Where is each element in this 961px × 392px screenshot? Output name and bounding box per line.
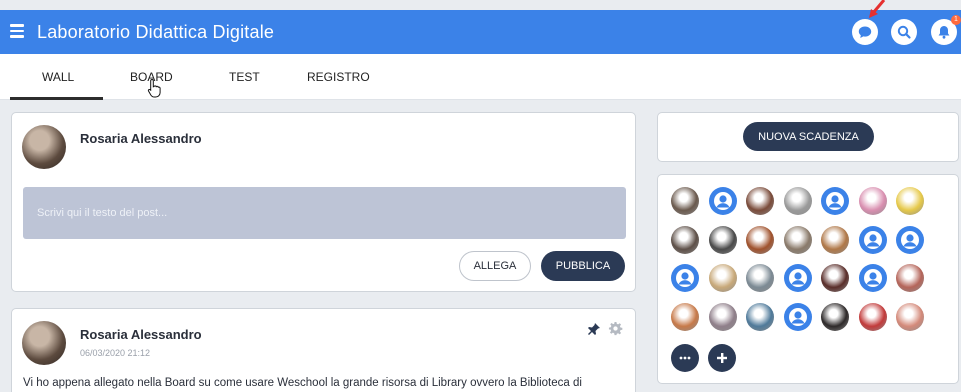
- tab-registro[interactable]: REGISTRO: [307, 70, 370, 84]
- attach-button[interactable]: ALLEGA: [459, 251, 531, 281]
- deadline-card: NUOVA SCADENZA: [657, 112, 959, 162]
- post-author-avatar: [22, 321, 66, 365]
- annotation-arrow-icon: [869, 0, 886, 18]
- member-avatar[interactable]: [821, 187, 849, 215]
- default-user-icon: [863, 269, 882, 287]
- pin-icon[interactable]: [587, 322, 601, 336]
- default-user-icon: [676, 269, 694, 287]
- member-avatar[interactable]: [783, 302, 812, 331]
- menu-icon[interactable]: [10, 24, 24, 38]
- member-avatar[interactable]: [708, 302, 737, 331]
- composer-avatar: [22, 125, 66, 169]
- member-avatar[interactable]: [708, 225, 737, 254]
- post-date: 06/03/2020 21:12: [80, 348, 151, 358]
- member-avatar[interactable]: [708, 187, 737, 215]
- member-avatar[interactable]: [858, 225, 887, 254]
- member-avatar[interactable]: [858, 264, 887, 292]
- notification-badge: 1: [951, 15, 961, 25]
- member-avatar[interactable]: [858, 302, 887, 331]
- app-title: Laboratorio Didattica Digitale: [37, 22, 275, 42]
- chat-icon[interactable]: [852, 19, 878, 45]
- new-deadline-button[interactable]: NUOVA SCADENZA: [743, 122, 874, 151]
- pointer-hand-icon: [147, 78, 161, 98]
- settings-gear-icon[interactable]: [608, 321, 623, 336]
- member-avatar[interactable]: [671, 264, 699, 292]
- default-user-icon: [863, 230, 882, 249]
- search-icon[interactable]: [891, 19, 917, 45]
- member-avatar[interactable]: [671, 187, 699, 215]
- composer-author-name: Rosaria Alessandro: [80, 131, 202, 146]
- member-avatar[interactable]: [746, 225, 774, 254]
- member-avatar[interactable]: [821, 264, 849, 292]
- member-avatar[interactable]: [708, 264, 737, 292]
- default-user-icon: [901, 230, 919, 249]
- post-composer-card: Rosaria Alessandro ALLEGA PUBBLICA: [11, 112, 636, 292]
- publish-button[interactable]: PUBBLICA: [541, 251, 625, 281]
- tab-bar: WALL BOARD TEST REGISTRO: [0, 54, 961, 100]
- tab-wall[interactable]: WALL: [42, 70, 74, 84]
- member-avatar[interactable]: [896, 187, 924, 215]
- member-avatar[interactable]: [896, 225, 924, 254]
- active-tab-indicator: [10, 97, 103, 100]
- member-avatar[interactable]: [671, 302, 699, 331]
- plus-icon: [717, 353, 727, 363]
- member-avatar[interactable]: [896, 302, 924, 331]
- add-member-button[interactable]: [708, 344, 736, 372]
- post-body-text: Vi ho appena allegato nella Board su com…: [23, 377, 582, 389]
- post-text-input-wrapper: [23, 187, 626, 239]
- default-user-icon: [788, 307, 807, 326]
- post-text-input[interactable]: [23, 187, 626, 239]
- member-avatar[interactable]: [783, 225, 812, 254]
- members-card: [657, 174, 959, 384]
- member-avatar[interactable]: [821, 302, 849, 331]
- ellipsis-icon: [679, 356, 691, 360]
- default-user-icon: [713, 192, 732, 210]
- member-avatar[interactable]: [671, 225, 699, 254]
- notifications-bell-icon[interactable]: 1: [931, 15, 961, 45]
- default-user-icon: [788, 269, 807, 287]
- member-avatar[interactable]: [746, 264, 774, 292]
- member-avatar[interactable]: [783, 264, 812, 292]
- tab-test[interactable]: TEST: [229, 70, 260, 84]
- post-author-name: Rosaria Alessandro: [80, 327, 202, 342]
- default-user-icon: [826, 192, 844, 210]
- member-avatar[interactable]: [896, 264, 924, 292]
- member-avatar[interactable]: [783, 187, 812, 215]
- member-avatar[interactable]: [746, 302, 774, 331]
- member-avatar[interactable]: [746, 187, 774, 215]
- more-members-button[interactable]: [671, 344, 699, 372]
- top-bar: Laboratorio Didattica Digitale 1: [0, 10, 961, 54]
- post-card: Rosaria Alessandro 06/03/2020 21:12 Vi h…: [11, 308, 636, 392]
- member-avatar[interactable]: [858, 187, 887, 215]
- member-avatar[interactable]: [821, 225, 849, 254]
